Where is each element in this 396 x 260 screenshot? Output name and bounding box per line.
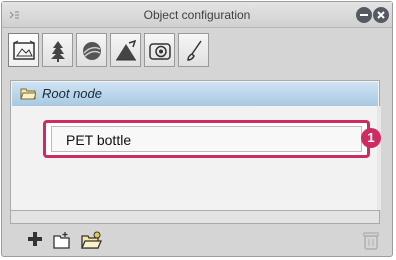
close-button[interactable] (373, 7, 389, 23)
tree-root-node[interactable]: Root node (12, 82, 378, 106)
close-icon (377, 11, 385, 19)
horizontal-scrollbar[interactable] (10, 211, 380, 224)
bottom-toolbar (2, 226, 392, 256)
brush-icon (187, 40, 202, 61)
tree-tool-button[interactable] (42, 33, 73, 67)
tree-item-label: PET bottle (66, 132, 132, 148)
folder-icon (20, 87, 37, 105)
camera-frame-tool-button[interactable] (8, 33, 39, 67)
spiral-tool-button[interactable] (144, 33, 175, 67)
trash-icon (363, 232, 379, 250)
delete-button[interactable] (362, 230, 380, 255)
tree-icon (51, 41, 65, 62)
brush-tool-button[interactable] (178, 33, 209, 67)
callout-marker: 1 (361, 128, 381, 148)
minimize-icon (360, 14, 368, 16)
new-folder-button[interactable] (52, 230, 74, 255)
object-type-toolbar (8, 33, 209, 71)
root-node-label: Root node (42, 86, 102, 101)
panel-title: Object configuration (143, 8, 251, 22)
minimize-button[interactable] (356, 7, 372, 23)
title-bar[interactable]: Object configuration (2, 2, 392, 28)
tree-item-body[interactable]: PET bottle (51, 126, 362, 152)
sphere-icon (83, 42, 101, 60)
open-folder-icon (81, 231, 102, 249)
mountain-perspective-icon (116, 39, 137, 61)
new-folder-icon (53, 232, 70, 249)
sphere-tool-button[interactable] (76, 33, 107, 67)
vertical-scrollbar[interactable] (377, 106, 381, 210)
spiral-icon (149, 43, 171, 60)
object-configuration-panel: Object configuration Root node PET bottl… (1, 1, 393, 257)
perspective-tool-button[interactable] (110, 33, 141, 67)
camera-frame-icon (13, 40, 35, 60)
add-icon (28, 232, 42, 246)
add-button[interactable] (26, 230, 44, 253)
tree-item-pet-bottle[interactable]: PET bottle (43, 120, 370, 158)
object-tree[interactable]: Root node PET bottle (10, 80, 381, 211)
open-folder-button[interactable] (80, 230, 104, 255)
